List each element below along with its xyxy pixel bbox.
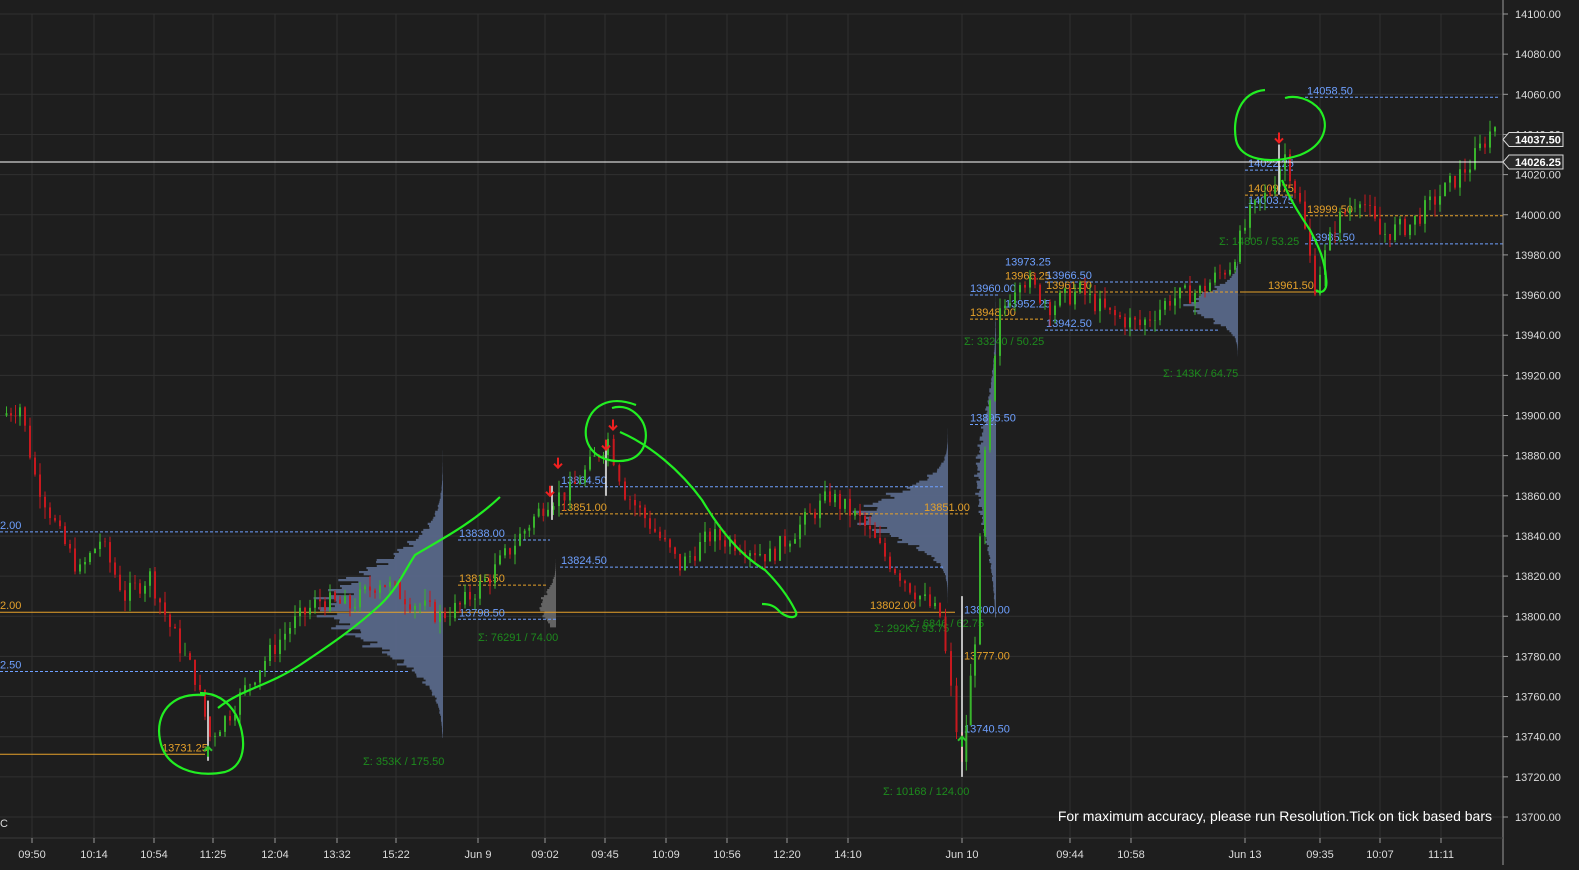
level-label: 13815.50: [459, 573, 505, 585]
sigma-label: Σ: 10168 / 124.00: [883, 786, 969, 798]
y-tick-label: 13980.00: [1515, 250, 1561, 262]
level-label: 13802.00: [870, 600, 916, 612]
y-tick-label: 14060.00: [1515, 89, 1561, 101]
y-tick-label: 13820.00: [1515, 571, 1561, 583]
y-tick-label: 13700.00: [1515, 812, 1561, 824]
level-label: 13966.25: [1005, 271, 1051, 283]
level-label: 13999.50: [1307, 204, 1353, 216]
level-label: 13948.00: [970, 307, 1016, 319]
level-label: 13777.00: [964, 650, 1010, 662]
level-label: 2.00: [0, 520, 21, 532]
level-label: 13961.50: [1268, 280, 1314, 292]
x-tick-label: Jun 10: [945, 849, 978, 861]
x-tick-label: Jun 13: [1228, 849, 1261, 861]
sigma-label: Σ: 6846 / 62.75: [910, 618, 984, 630]
y-tick-label: 14000.00: [1515, 210, 1561, 222]
sigma-label: Σ: 14805 / 53.25: [1219, 236, 1299, 248]
level-label: 13838.00: [459, 528, 505, 540]
y-tick-label: 13740.00: [1515, 732, 1561, 744]
level-label: 13800.00: [964, 604, 1010, 616]
axis-left-stub: C: [0, 818, 8, 830]
level-label: 14058.50: [1307, 85, 1353, 97]
x-tick-label: 12:20: [773, 849, 801, 861]
x-tick-label: 12:04: [261, 849, 289, 861]
level-label: 13731.25: [162, 742, 208, 754]
level-label: 13824.50: [561, 555, 607, 567]
y-tick-label: 13840.00: [1515, 531, 1561, 543]
y-tick-label: 13920.00: [1515, 370, 1561, 382]
level-label: 13864.50: [561, 475, 607, 487]
chart-background: [0, 0, 1579, 865]
y-tick-label: 13900.00: [1515, 411, 1561, 423]
x-tick-label: 10:58: [1117, 849, 1145, 861]
level-label: 13942.50: [1046, 318, 1092, 330]
market-profile-chart[interactable]: 2.00 2.00 2.50 13731.25 13838.00 13815.50 1379…: [0, 0, 1579, 865]
x-tick-label: 15:22: [382, 849, 410, 861]
y-tick-label: 14080.00: [1515, 49, 1561, 61]
level-label: 2.50: [0, 659, 21, 671]
y-tick-label: 13860.00: [1515, 491, 1561, 503]
price-tag-label: 14026.25: [1515, 157, 1561, 169]
x-tick-label: 10:54: [140, 849, 168, 861]
x-tick-label: Jun 9: [465, 849, 492, 861]
chart-canvas[interactable]: 2.00 2.00 2.50 13731.25 13838.00 13815.50 1379…: [0, 0, 1579, 865]
y-tick-label: 13780.00: [1515, 651, 1561, 663]
y-tick-label: 14020.00: [1515, 170, 1561, 182]
x-tick-label: 10:09: [652, 849, 680, 861]
x-tick-label: 11:25: [200, 849, 227, 861]
y-tick-label: 13960.00: [1515, 290, 1561, 302]
level-label: 13973.25: [1005, 256, 1051, 268]
price-tag-label: 14037.50: [1515, 134, 1561, 146]
level-label: 2.00: [0, 600, 21, 612]
x-tick-label: 09:44: [1056, 849, 1084, 861]
x-tick-label: 10:56: [713, 849, 741, 861]
level-label: 13895.50: [970, 413, 1016, 425]
sigma-label: Σ: 33240 / 50.25: [964, 336, 1044, 348]
x-tick-label: 09:45: [591, 849, 619, 861]
y-tick-label: 13940.00: [1515, 330, 1561, 342]
sigma-label: Σ: 76291 / 74.00: [478, 632, 558, 644]
y-tick-label: 13800.00: [1515, 611, 1561, 623]
x-tick-label: 11:11: [1428, 849, 1454, 861]
x-tick-label: 09:02: [531, 849, 559, 861]
x-tick-label: 10:14: [80, 849, 108, 861]
level-label: 13851.00: [561, 502, 607, 514]
sigma-label: Σ: 353K / 175.50: [363, 756, 444, 768]
x-tick-label: 10:07: [1366, 849, 1394, 861]
y-tick-label: 13760.00: [1515, 692, 1561, 704]
level-label: 13960.00: [970, 283, 1016, 295]
level-label: 13851.00: [924, 502, 970, 514]
accuracy-note: For maximum accuracy, please run Resolut…: [1058, 808, 1492, 824]
x-tick-label: 13:32: [323, 849, 351, 861]
y-tick-label: 14100.00: [1515, 9, 1561, 21]
level-label: 13798.50: [459, 607, 505, 619]
y-tick-label: 13720.00: [1515, 772, 1561, 784]
x-tick-label: 14:10: [834, 849, 862, 861]
x-tick-label: 09:35: [1306, 849, 1334, 861]
sigma-label: Σ: 143K / 64.75: [1163, 368, 1238, 380]
x-tick-label: 09:50: [18, 849, 46, 861]
y-tick-label: 13880.00: [1515, 451, 1561, 463]
